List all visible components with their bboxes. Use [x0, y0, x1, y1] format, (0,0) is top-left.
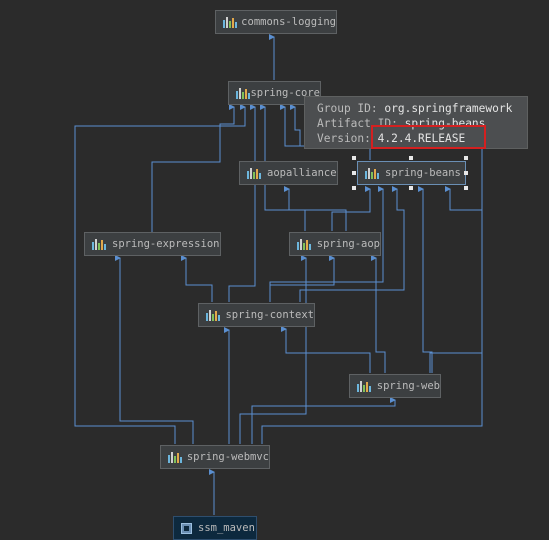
node-label: spring-expression [112, 238, 220, 250]
edge-webmvc-expression [115, 255, 194, 444]
node-aopalliance[interactable]: aopalliance [239, 161, 338, 185]
node-spring-context[interactable]: spring-context [198, 303, 315, 327]
maven-artifact-icon [223, 16, 237, 28]
edge-context-expression [181, 255, 213, 302]
maven-artifact-icon [206, 309, 220, 321]
node-spring-aop[interactable]: spring-aop [289, 232, 381, 256]
edge-context-aop [269, 255, 335, 302]
node-spring-expression[interactable]: spring-expression [84, 232, 221, 256]
resize-handle[interactable] [464, 156, 468, 160]
edge-aop-aopalliance [284, 186, 306, 231]
maven-artifact-icon [92, 238, 106, 250]
tooltip-group-value: org.springframework [384, 102, 513, 115]
node-label: aopalliance [267, 167, 337, 179]
resize-handle[interactable] [464, 186, 468, 190]
tooltip-group-row: Group ID: org.springframework [317, 101, 527, 116]
node-label: spring-aop [316, 238, 380, 250]
resize-handle[interactable] [409, 156, 413, 160]
maven-artifact-icon [297, 238, 311, 250]
node-spring-beans[interactable]: spring-beans [357, 161, 466, 185]
tooltip-version-label: Version: [317, 132, 371, 145]
edge-web-context [281, 326, 371, 373]
edge-web-beans [418, 186, 433, 373]
resize-handle[interactable] [464, 171, 468, 175]
node-label: ssm_maven [198, 522, 255, 534]
node-commons-logging[interactable]: commons-logging [215, 10, 337, 34]
node-ssm-maven[interactable]: ssm_maven [173, 516, 257, 540]
node-spring-web[interactable]: spring-web [349, 374, 441, 398]
node-spring-webmvc[interactable]: spring-webmvc [160, 445, 270, 469]
node-label: spring-web [376, 380, 440, 392]
tooltip-group-label: Group ID: [317, 102, 378, 115]
edge-webmvc-web [251, 397, 396, 444]
maven-artifact-icon [365, 167, 379, 179]
edge-web-aop [371, 255, 386, 373]
project-icon [181, 522, 192, 534]
resize-handle[interactable] [352, 186, 356, 190]
maven-artifact-icon [357, 380, 371, 392]
edge-context-core [228, 104, 256, 302]
node-label: spring-webmvc [186, 451, 269, 463]
maven-artifact-icon [168, 451, 182, 463]
resize-handle[interactable] [409, 186, 413, 190]
resize-handle[interactable] [352, 156, 356, 160]
version-highlight-box [371, 125, 486, 149]
maven-artifact-icon [236, 87, 250, 99]
maven-artifact-icon [247, 167, 261, 179]
node-label: spring-context [225, 309, 314, 321]
node-label: spring-beans [385, 167, 461, 179]
resize-handle[interactable] [352, 171, 356, 175]
node-label: commons-logging [241, 16, 336, 28]
